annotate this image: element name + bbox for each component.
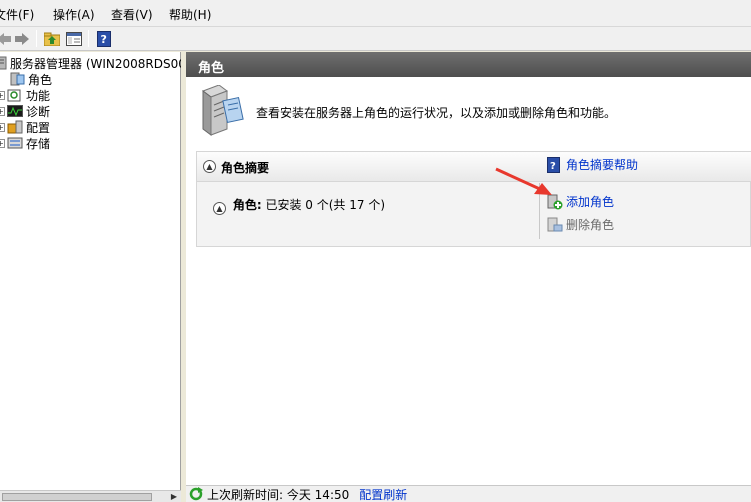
configure-refresh-link[interactable]: 配置刷新 — [359, 486, 407, 502]
installed-value: 已安装 0 个(共 17 个) — [265, 198, 385, 212]
menu-action[interactable]: 操作(A) — [53, 6, 95, 23]
tree-item-roles[interactable]: 角色 — [9, 71, 52, 87]
diagnostics-icon — [7, 104, 23, 118]
expand-toggle[interactable]: + — [0, 138, 5, 148]
svg-text:?: ? — [101, 33, 107, 46]
expand-toggle[interactable]: + — [0, 122, 5, 132]
roles-summary-header: ▲ 角色摘要 ? 角色摘要帮助 — [197, 152, 751, 182]
tree-item-label: 存储 — [26, 136, 51, 151]
tree-item-features[interactable]: + 功能 — [0, 87, 50, 103]
up-folder-icon[interactable] — [42, 29, 62, 48]
show-hide-tree-icon[interactable] — [64, 29, 84, 48]
last-refresh-text: 上次刷新时间: 今天 14:50 — [207, 487, 350, 502]
forward-arrow-icon[interactable] — [12, 29, 32, 48]
tree-horizontal-scrollbar[interactable]: ▶ — [0, 490, 181, 502]
scrollbar-thumb[interactable] — [2, 493, 152, 501]
menu-view[interactable]: 查看(V) — [111, 6, 153, 23]
menu-file[interactable]: 文件(F) — [0, 6, 34, 23]
collapse-icon[interactable]: ▲ — [203, 160, 216, 173]
collapse-icon[interactable]: ▲ — [213, 202, 226, 215]
tree-item-storage[interactable]: + 存储 — [0, 135, 50, 151]
tree-root-label: 服务器管理器 (WIN2008RDS001) — [10, 56, 199, 71]
roles-icon — [9, 72, 25, 86]
annotation-arrow-icon — [495, 167, 552, 195]
expand-toggle[interactable]: + — [0, 106, 5, 116]
scroll-right-icon[interactable]: ▶ — [171, 492, 177, 501]
tree-item-diagnostics[interactable]: + 诊断 — [0, 103, 50, 119]
toolbar-separator — [36, 30, 37, 47]
remove-roles-link[interactable]: 删除角色 — [547, 216, 614, 233]
tree-item-label: 配置 — [26, 120, 51, 135]
tree-item-label: 功能 — [26, 88, 51, 103]
installed-label: 角色: — [232, 198, 262, 212]
expand-toggle[interactable]: + — [0, 90, 5, 100]
intro-description: 查看安装在服务器上角色的运行状况，以及添加或删除角色和功能。 — [256, 106, 617, 120]
help-icon[interactable]: ? — [94, 29, 114, 48]
refresh-icon — [189, 487, 203, 501]
help-link-label: 角色摘要帮助 — [566, 158, 639, 172]
toolbar: ? — [0, 27, 751, 51]
storage-icon — [7, 136, 23, 150]
configuration-icon — [7, 120, 23, 134]
installed-roles-status: ▲ 角色: 已安装 0 个(共 17 个) — [213, 196, 385, 215]
tree-root[interactable]: 服务器管理器 (WIN2008RDS001) — [0, 55, 198, 71]
roles-summary-section: ▲ 角色摘要 ? 角色摘要帮助 ▲ 角色: 已安装 0 个(共 17 个) 添加… — [196, 151, 751, 247]
status-bar: 上次刷新时间: 今天 14:50 配置刷新 — [186, 485, 751, 502]
tree-item-label: 诊断 — [26, 104, 51, 119]
page-title: 角色 — [186, 52, 751, 77]
remove-roles-label: 删除角色 — [566, 218, 615, 232]
menu-bar: 文件(F) 操作(A) 查看(V) 帮助(H) — [0, 0, 751, 27]
toolbar-separator — [88, 30, 89, 47]
tree-item-configuration[interactable]: + 配置 — [0, 119, 50, 135]
server-roles-icon — [197, 84, 247, 137]
tree-item-label: 角色 — [28, 72, 53, 87]
add-roles-label: 添加角色 — [566, 195, 615, 209]
menu-help[interactable]: 帮助(H) — [169, 6, 211, 23]
roles-content-pane: 角色 查看安装在服务器上角色的运行状况，以及添加或删除角色和功能。 ▲ 角色摘要… — [186, 52, 751, 502]
roles-summary-help-link[interactable]: ? 角色摘要帮助 — [547, 156, 638, 173]
roles-summary-title: 角色摘要 — [221, 161, 270, 175]
remove-roles-icon — [547, 217, 563, 231]
navigation-tree: 服务器管理器 (WIN2008RDS001) 角色 + 功能 + 诊断 + 配置… — [0, 52, 198, 502]
features-icon — [7, 88, 23, 102]
server-manager-icon — [0, 56, 7, 70]
